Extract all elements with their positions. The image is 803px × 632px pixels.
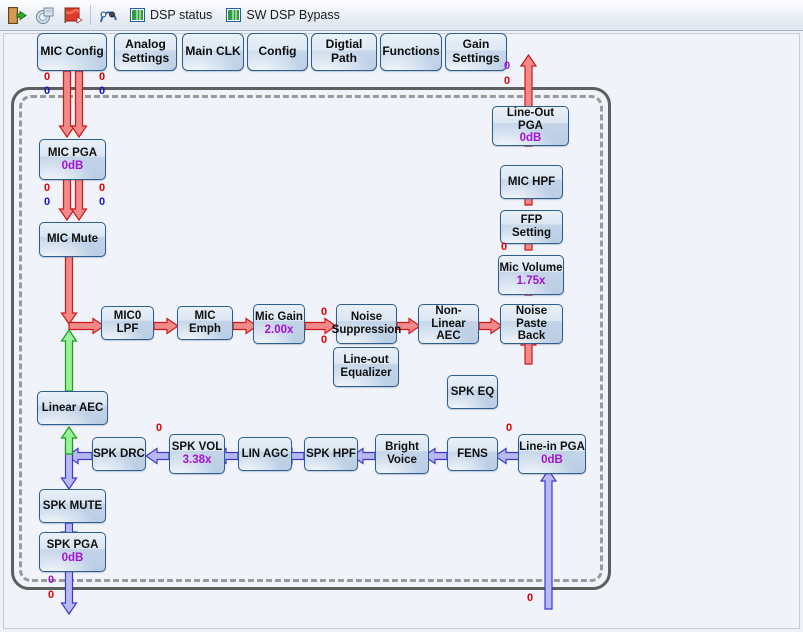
block-title: Noise Suppression	[331, 311, 402, 336]
block-mic-pga[interactable]: MIC PGA 0dB	[39, 139, 106, 180]
tab-mic-config[interactable]: MIC Config	[37, 33, 107, 71]
block-title: Bright Voice	[385, 441, 419, 466]
block-linear-aec[interactable]: Linear AEC	[37, 391, 108, 425]
tab-functions[interactable]: Functions	[380, 33, 442, 71]
block-spk-eq[interactable]: SPK EQ	[447, 375, 498, 409]
toolbar: DSP status SW DSP Bypass	[0, 0, 803, 31]
block-title: Linear AEC	[41, 401, 104, 414]
grid-icon	[130, 8, 145, 22]
exit-icon	[8, 6, 27, 24]
block-spk-mute[interactable]: SPK MUTE	[39, 489, 106, 523]
write-device-icon	[64, 7, 83, 24]
block-title: Line-out Equalizer	[340, 354, 392, 379]
block-value: 0dB	[61, 552, 84, 564]
block-line-in-pga[interactable]: Line-in PGA 0dB	[518, 434, 586, 474]
curve-tool-button[interactable]	[95, 3, 121, 28]
curve-tool-icon	[99, 10, 117, 22]
block-mic-volume[interactable]: Mic Volume 1.75x	[498, 255, 564, 295]
label-mic-pga-out-left-blue: 0	[44, 196, 51, 208]
dsp-status-label: DSP status	[150, 8, 213, 22]
block-title: SPK HPF	[306, 447, 356, 460]
dsp-status-item[interactable]: DSP status	[124, 2, 218, 29]
label-mic-top-left-red: 0	[44, 71, 51, 83]
block-noise-suppression[interactable]: Noise Suppression	[332, 304, 401, 344]
block-title: MIC0 LPF	[113, 310, 142, 335]
block-title: MIC HPF	[507, 175, 556, 188]
label-mic-gain-out-bottom: 0	[321, 334, 328, 346]
label-mic-top-right-red: 0	[99, 71, 106, 83]
block-mic-emph[interactable]: MIC Emph	[177, 306, 233, 340]
label-mic-volume-in: 0	[501, 241, 508, 253]
grid-icon	[226, 8, 242, 22]
block-title: Line-in PGA	[519, 441, 585, 454]
block-title: SPK EQ	[450, 385, 495, 398]
block-line-out-pga[interactable]: Line-Out PGA 0dB	[492, 106, 569, 146]
block-title: FENS	[457, 447, 488, 460]
write-device-button[interactable]	[60, 3, 86, 28]
tab-analog-settings[interactable]: Analog Settings	[114, 33, 177, 71]
block-title: Mic Volume	[499, 262, 563, 275]
block-mic-mute[interactable]: MIC Mute	[39, 222, 106, 257]
label-mic-pga-out-right-red: 0	[99, 182, 106, 194]
block-spk-vol[interactable]: SPK VOL 3.38x	[169, 434, 225, 474]
block-spk-hpf[interactable]: SPK HPF	[304, 437, 358, 471]
label-line-out-pga-top-red: 0	[504, 75, 511, 87]
block-value: 2.00x	[264, 324, 294, 336]
label-line-out-pga-top-purple: 0	[504, 60, 511, 72]
block-value: 3.38x	[182, 454, 212, 466]
block-bright-voice[interactable]: Bright Voice	[375, 434, 429, 474]
block-title: LIN AGC	[241, 447, 289, 460]
block-value: 0dB	[61, 159, 84, 172]
dsp-flow-canvas: MIC Config Analog Settings Main CLK Conf…	[3, 33, 800, 629]
block-title: FFP Setting	[512, 214, 551, 239]
block-mic0-lpf[interactable]: MIC0 LPF	[101, 306, 154, 340]
block-mic-gain[interactable]: Mic Gain 2.00x	[253, 304, 305, 344]
block-title: SPK PGA	[46, 539, 99, 552]
label-mic-gain-out-top: 0	[321, 306, 328, 318]
label-line-in-pga-in: 0	[506, 422, 513, 434]
block-title: Line-Out PGA	[506, 106, 555, 132]
read-device-icon	[35, 7, 53, 24]
tab-main-clk[interactable]: Main CLK	[182, 33, 244, 71]
label-mic-pga-out-left-red: 0	[44, 182, 51, 194]
block-mic-hpf[interactable]: MIC HPF	[500, 165, 563, 199]
block-title: Noise Paste Back	[515, 304, 548, 343]
block-title: SPK MUTE	[42, 499, 103, 512]
tab-config[interactable]: Config	[247, 33, 308, 71]
block-title: MIC PGA	[47, 146, 98, 159]
block-spk-drc[interactable]: SPK DRC	[92, 437, 146, 471]
block-title: MIC Mute	[46, 233, 99, 246]
label-spk-pga-out-red: 0	[48, 589, 55, 601]
toolbar-separator	[90, 5, 91, 25]
sw-dsp-bypass-label: SW DSP Bypass	[246, 8, 340, 22]
block-title: SPK VOL	[171, 441, 223, 454]
block-title: Non-Linear AEC	[431, 304, 466, 343]
block-value: 0dB	[519, 132, 542, 145]
block-value: 0dB	[541, 454, 563, 466]
label-spk-vol-in: 0	[156, 422, 163, 434]
label-mic-top-right-blue: 0	[99, 85, 106, 97]
tab-digtial-path[interactable]: Digtial Path	[311, 33, 377, 71]
block-title: MIC Emph	[189, 310, 221, 335]
block-lin-agc[interactable]: LIN AGC	[238, 437, 292, 471]
label-mic-pga-out-right-blue: 0	[99, 196, 106, 208]
label-spk-pga-out-purple: 0	[48, 574, 55, 586]
block-fens[interactable]: FENS	[447, 437, 498, 471]
block-value: 1.75x	[516, 275, 546, 287]
label-line-in-bottom-red: 0	[527, 592, 534, 604]
block-non-linear-aec[interactable]: Non-Linear AEC	[418, 304, 479, 344]
block-title: SPK DRC	[93, 447, 145, 460]
label-mic-top-left-blue: 0	[44, 85, 51, 97]
block-spk-pga[interactable]: SPK PGA 0dB	[39, 532, 106, 572]
block-ffp-setting[interactable]: FFP Setting	[500, 210, 563, 244]
block-title: Mic Gain	[255, 311, 303, 324]
exit-button[interactable]	[4, 3, 30, 28]
sw-dsp-bypass-item[interactable]: SW DSP Bypass	[220, 2, 346, 29]
read-device-button[interactable]	[32, 3, 58, 28]
tab-gain-settings[interactable]: Gain Settings	[445, 33, 507, 71]
block-noise-paste-back[interactable]: Noise Paste Back	[500, 304, 563, 344]
block-line-out-equalizer[interactable]: Line-out Equalizer	[333, 347, 399, 387]
